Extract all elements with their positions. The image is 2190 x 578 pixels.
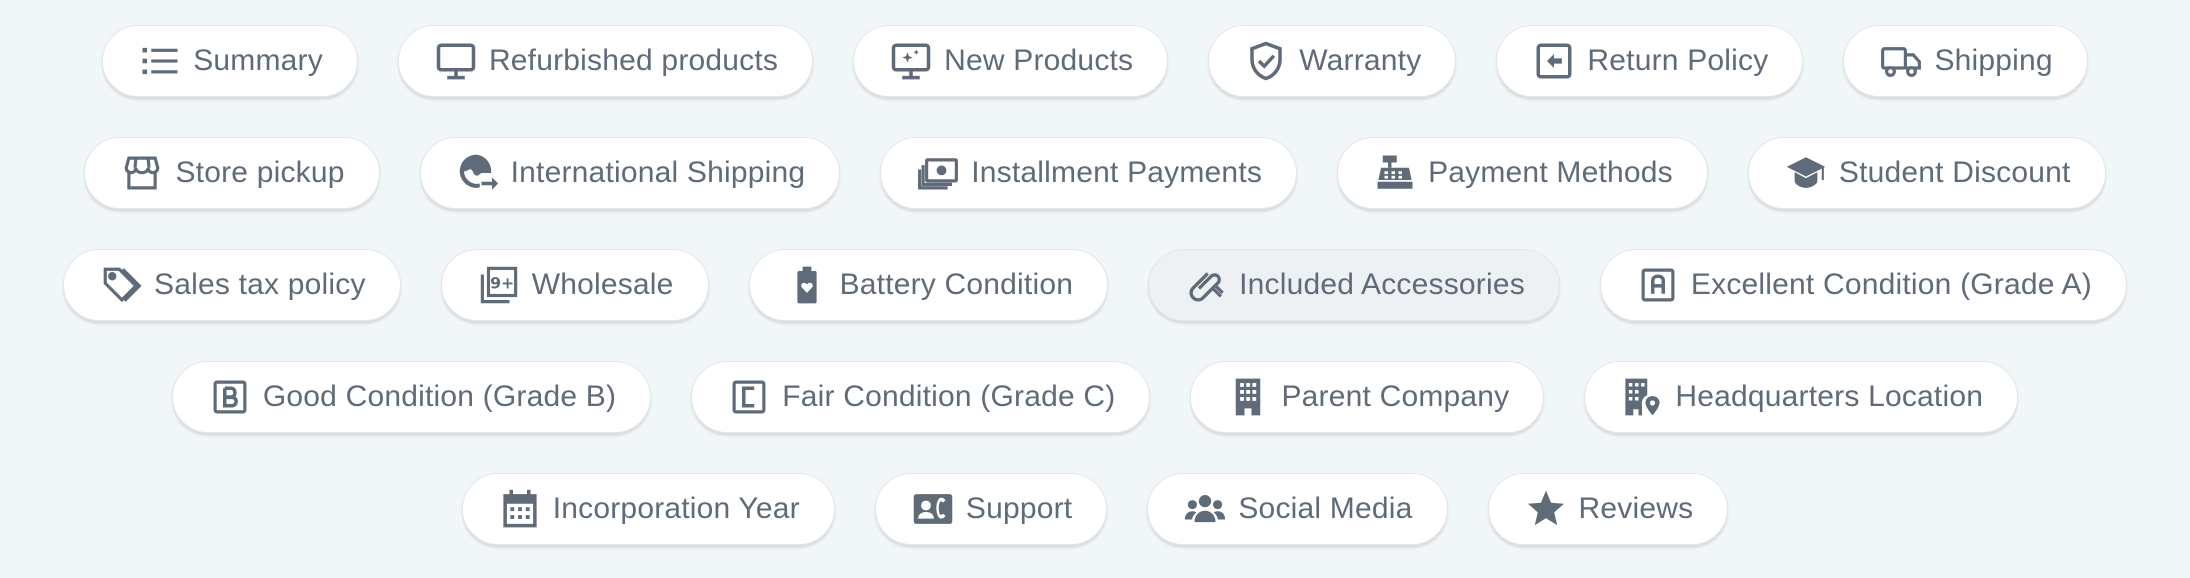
- users-icon: [1184, 488, 1226, 530]
- paperclip-icon: [1185, 264, 1227, 306]
- star-icon: [1525, 488, 1567, 530]
- calendar-icon: [499, 488, 541, 530]
- building-pin-icon: [1621, 376, 1663, 418]
- chip-reviews[interactable]: Reviews: [1487, 473, 1729, 545]
- chip-refurbished-products[interactable]: Refurbished products: [397, 25, 814, 97]
- chip-label: New Products: [944, 44, 1134, 77]
- chip-support[interactable]: Support: [874, 473, 1108, 545]
- chip-label: Refurbished products: [488, 44, 779, 77]
- chip-label: Parent Company: [1281, 380, 1510, 413]
- grade-a-icon: [1637, 264, 1679, 306]
- list-icon: [139, 40, 181, 82]
- chip-row: Good Condition (Grade B) Fair Condition …: [0, 360, 2190, 434]
- chip-label: Incorporation Year: [552, 492, 800, 525]
- chip-label: Wholesale: [531, 268, 674, 301]
- chip-label: Shipping: [1934, 44, 2053, 77]
- chip-label: Excellent Condition (Grade A): [1690, 268, 2092, 301]
- tags-icon: [100, 264, 142, 306]
- chip-fair-condition[interactable]: Fair Condition (Grade C): [691, 361, 1151, 433]
- monitor-icon: [435, 40, 477, 82]
- chip-battery-condition[interactable]: Battery Condition: [748, 249, 1109, 321]
- chip-return-policy[interactable]: Return Policy: [1496, 25, 1804, 97]
- grade-b-icon: [209, 376, 251, 418]
- chip-installment-payments[interactable]: Installment Payments: [880, 137, 1298, 209]
- chip-label: International Shipping: [510, 156, 806, 189]
- chip-navigation: Summary Refurbished products New Product…: [0, 0, 2190, 578]
- store-icon: [121, 152, 163, 194]
- chip-store-pickup[interactable]: Store pickup: [84, 137, 380, 209]
- chip-new-products[interactable]: New Products: [853, 25, 1169, 97]
- graduation-cap-icon: [1785, 152, 1827, 194]
- grade-c-icon: [728, 376, 770, 418]
- chip-label: Student Discount: [1838, 156, 2071, 189]
- monitor-sparkle-icon: [890, 40, 932, 82]
- chip-label: Warranty: [1299, 44, 1422, 77]
- chip-headquarters-location[interactable]: Headquarters Location: [1584, 361, 2019, 433]
- chip-incorporation-year[interactable]: Incorporation Year: [461, 473, 835, 545]
- battery-heart-icon: [786, 264, 828, 306]
- chip-international-shipping[interactable]: International Shipping: [419, 137, 841, 209]
- chip-social-media[interactable]: Social Media: [1147, 473, 1448, 545]
- chip-warranty[interactable]: Warranty: [1208, 25, 1457, 97]
- chip-label: Battery Condition: [839, 268, 1074, 301]
- chip-label: Fair Condition (Grade C): [782, 380, 1116, 413]
- svg-text:9+: 9+: [490, 274, 514, 293]
- chip-row: Incorporation Year Support Social Media …: [0, 472, 2190, 546]
- chip-label: Reviews: [1578, 492, 1694, 525]
- chip-label: Support: [965, 492, 1073, 525]
- chip-wholesale[interactable]: 9+ Wholesale: [440, 249, 709, 321]
- chip-summary[interactable]: Summary: [102, 25, 358, 97]
- chip-shipping[interactable]: Shipping: [1843, 25, 2088, 97]
- building-icon: [1227, 376, 1269, 418]
- return-arrow-icon: [1533, 40, 1575, 82]
- chip-label: Sales tax policy: [154, 268, 366, 301]
- chip-excellent-condition[interactable]: Excellent Condition (Grade A): [1599, 249, 2127, 321]
- chip-label: Store pickup: [175, 156, 345, 189]
- chip-row: Summary Refurbished products New Product…: [0, 24, 2190, 98]
- chip-label: Payment Methods: [1428, 156, 1673, 189]
- chip-student-discount[interactable]: Student Discount: [1747, 137, 2106, 209]
- chip-good-condition[interactable]: Good Condition (Grade B): [171, 361, 652, 433]
- money-stack-icon: [917, 152, 959, 194]
- chip-label: Good Condition (Grade B): [262, 380, 617, 413]
- chip-label: Social Media: [1238, 492, 1413, 525]
- chip-row: Store pickup International Shipping Inst…: [0, 136, 2190, 210]
- chip-label: Return Policy: [1587, 44, 1769, 77]
- chip-label: Installment Payments: [971, 156, 1263, 189]
- chip-sales-tax-policy[interactable]: Sales tax policy: [63, 249, 401, 321]
- globe-arrow-icon: [457, 152, 499, 194]
- truck-icon: [1880, 40, 1922, 82]
- chip-row: Sales tax policy 9+ Wholesale Battery Co…: [0, 248, 2190, 322]
- shield-check-icon: [1245, 40, 1287, 82]
- contact-card-icon: [912, 488, 954, 530]
- chip-label: Headquarters Location: [1675, 380, 1984, 413]
- chip-payment-methods[interactable]: Payment Methods: [1337, 137, 1708, 209]
- chip-included-accessories[interactable]: Included Accessories: [1148, 249, 1560, 321]
- cash-register-icon: [1374, 152, 1416, 194]
- chip-label: Included Accessories: [1239, 268, 1525, 301]
- nine-plus-icon: 9+: [478, 264, 520, 306]
- chip-parent-company[interactable]: Parent Company: [1190, 361, 1545, 433]
- chip-label: Summary: [193, 44, 323, 77]
